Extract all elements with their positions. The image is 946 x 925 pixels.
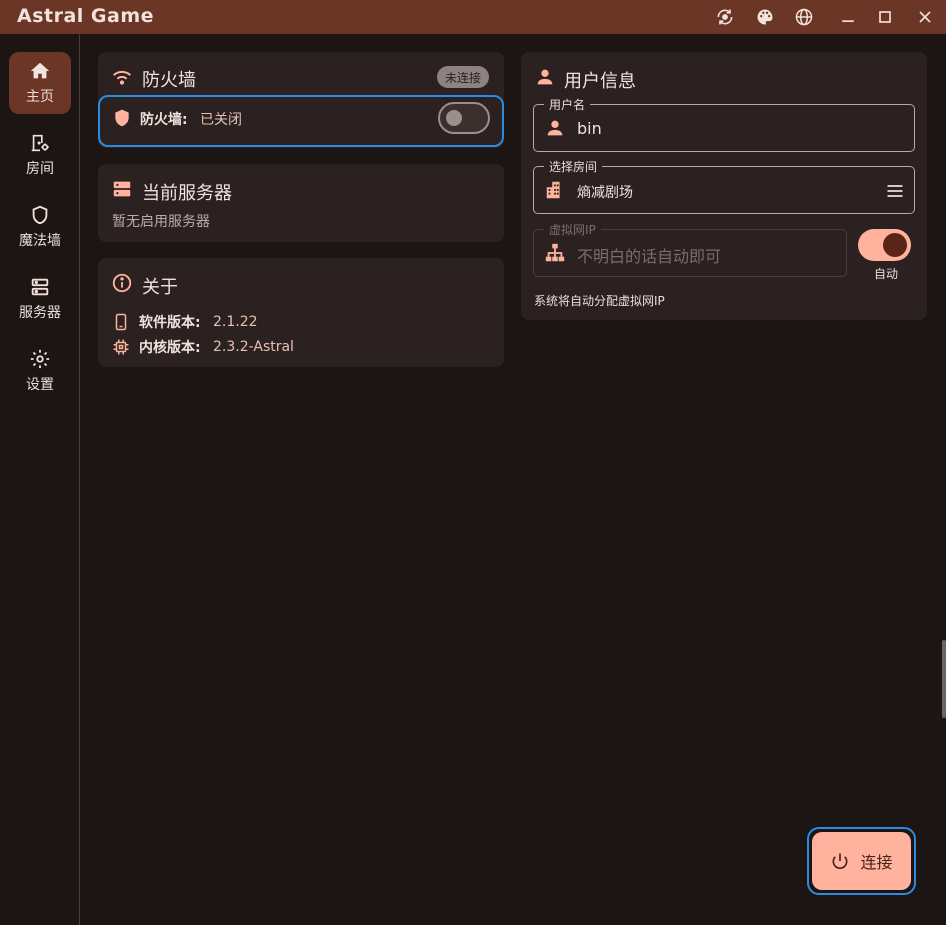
person-icon (534, 66, 556, 88)
sidebar-item-label: 魔法墙 (19, 233, 61, 249)
firewall-toggle-row[interactable]: 防火墙: 已关闭 (98, 95, 504, 147)
core-version-label: 内核版本: (139, 340, 201, 356)
person-icon (544, 117, 566, 139)
title-bar[interactable]: Astral Game (0, 0, 946, 34)
firewall-toggle[interactable] (438, 102, 490, 134)
server-icon (111, 178, 133, 200)
wifi-icon (111, 66, 133, 88)
firewall-title: 防火墙 (142, 70, 196, 91)
toggle-knob (883, 233, 907, 257)
firewall-label: 防火墙: (140, 112, 188, 128)
connect-label: 连接 (860, 853, 893, 872)
username-value: bin (577, 119, 602, 138)
maximize-icon[interactable] (873, 5, 897, 29)
room-settings-icon (31, 134, 49, 152)
auto-ip-label: 自动 (874, 267, 899, 281)
server-title: 当前服务器 (142, 183, 232, 204)
room-label: 选择房间 (544, 158, 603, 175)
software-version-row: 软件版本: 2.1.22 (112, 312, 258, 332)
scrollbar[interactable] (942, 640, 946, 718)
server-icon (31, 278, 49, 296)
firewall-status: 已关闭 (200, 112, 242, 128)
phone-icon (115, 313, 127, 331)
globe-icon[interactable] (792, 5, 816, 29)
sync-icon[interactable] (713, 5, 737, 29)
room-value: 熵减剧场 (577, 185, 633, 201)
sidebar-item-label: 设置 (26, 377, 54, 393)
virtual-ip-field[interactable]: 虚拟网IP 不明白的话自动即可 (533, 221, 847, 277)
sidebar-item-server[interactable]: 服务器 (9, 268, 71, 330)
room-select[interactable]: 选择房间 熵减剧场 (533, 158, 915, 214)
core-version-row: 内核版本: 2.3.2-Astral (112, 337, 294, 357)
sidebar-item-label: 房间 (26, 161, 54, 177)
sidebar-item-settings[interactable]: 设置 (9, 340, 71, 402)
username-field[interactable]: 用户名 bin (533, 96, 915, 152)
about-title: 关于 (142, 277, 178, 298)
connection-status-badge: 未连接 (437, 66, 489, 88)
home-icon (30, 62, 50, 79)
minimize-icon[interactable] (836, 5, 860, 29)
connect-button-body[interactable]: 连接 (812, 832, 911, 890)
network-icon (544, 242, 566, 264)
close-icon[interactable] (913, 5, 937, 29)
virtual-ip-label: 虚拟网IP (544, 221, 601, 238)
sidebar-item-label: 服务器 (19, 305, 61, 321)
app-window: Astral Game 主页 房间 魔法墙 服务器 设置 防火墙 未连接 防火墙… (0, 0, 946, 925)
auto-ip-toggle[interactable] (858, 229, 911, 261)
software-version-label: 软件版本: (139, 315, 201, 331)
user-info-title: 用户信息 (564, 71, 636, 92)
connect-button[interactable]: 连接 (807, 827, 916, 895)
sidebar-item-magic-wall[interactable]: 魔法墙 (9, 196, 71, 258)
sidebar-item-home[interactable]: 主页 (9, 52, 71, 114)
software-version-value: 2.1.22 (213, 314, 258, 330)
server-subtitle: 暂无启用服务器 (112, 214, 210, 230)
virtual-ip-placeholder: 不明白的话自动即可 (577, 247, 722, 266)
core-version-value: 2.3.2-Astral (213, 339, 294, 355)
building-icon (544, 179, 566, 201)
app-title: Astral Game (17, 5, 155, 27)
sidebar: 主页 房间 魔法墙 服务器 设置 (0, 34, 80, 925)
username-label: 用户名 (544, 96, 591, 113)
menu-icon[interactable] (885, 181, 905, 201)
info-icon (111, 272, 133, 294)
gear-icon (30, 349, 50, 369)
toggle-knob (446, 110, 462, 126)
sidebar-item-label: 主页 (26, 89, 54, 105)
power-icon (833, 853, 848, 869)
auto-ip-hint: 系统将自动分配虚拟网IP (534, 294, 665, 308)
palette-icon[interactable] (753, 5, 777, 29)
shield-icon (32, 205, 48, 225)
sidebar-item-room[interactable]: 房间 (9, 124, 71, 186)
chip-icon (113, 339, 129, 355)
shield-icon (112, 108, 132, 128)
